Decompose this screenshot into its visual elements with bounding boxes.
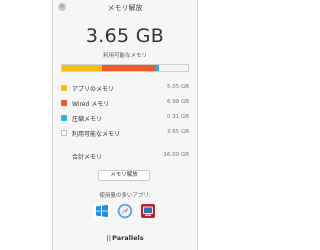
parallels-logo: ||Parallels (53, 234, 197, 242)
available-memory-swatch (61, 130, 67, 136)
parallels-logo-bars: || (106, 234, 112, 242)
legend-row-app-memory: アプリのメモリ 5.05 GB (61, 84, 189, 99)
safari-icon[interactable] (117, 203, 133, 219)
parallels-desktop-icon[interactable] (140, 203, 156, 219)
top-apps-list (53, 203, 197, 219)
legend-label: 圧縮メモリ (72, 116, 103, 123)
legend-label: 利用可能なメモリ (72, 131, 121, 138)
app-memory-swatch (61, 85, 67, 91)
free-memory-button[interactable]: メモリ解放 (98, 170, 150, 181)
memory-legend: アプリのメモリ 5.05 GB Wired メモリ 6.98 GB 圧縮メモリ … (61, 84, 189, 144)
memory-usage-bar (61, 64, 189, 72)
top-apps-caption: 使用量の多いアプリ: (99, 193, 151, 199)
legend-row-compressed-memory: 圧縮メモリ 0.31 GB (61, 114, 189, 129)
compressed-memory-swatch (61, 115, 67, 121)
legend-row-wired-memory: Wired メモリ 6.98 GB (61, 99, 189, 114)
total-memory-value: 16.00 GB (163, 152, 189, 158)
usage-bar-segment-wired (102, 65, 157, 71)
legend-value: 0.31 GB (166, 114, 189, 120)
parallels-logo-text: Parallels (112, 234, 144, 242)
usage-bar-segment-available (159, 65, 188, 71)
usage-bar-segment-app (62, 65, 103, 71)
free-memory-window: × メモリ解放 3.65 GB 利用可能なメモリ アプリのメモリ 5.05 GB… (52, 0, 198, 250)
legend-row-available-memory: 利用可能なメモリ 3.65 GB (61, 129, 189, 144)
total-memory-label: 合計メモリ (72, 154, 103, 161)
available-memory-caption: 利用可能なメモリ (102, 53, 147, 59)
windows-icon[interactable] (94, 203, 110, 219)
wired-memory-swatch (61, 100, 67, 106)
legend-value: 5.05 GB (166, 84, 189, 90)
title-bar: × メモリ解放 (53, 0, 197, 17)
available-memory-value: 3.65 GB (85, 25, 165, 47)
legend-label: アプリのメモリ (72, 86, 115, 93)
legend-value: 6.98 GB (166, 99, 189, 105)
window-title: メモリ解放 (107, 4, 143, 12)
legend-label: Wired メモリ (72, 101, 110, 108)
legend-value: 3.65 GB (166, 129, 189, 135)
